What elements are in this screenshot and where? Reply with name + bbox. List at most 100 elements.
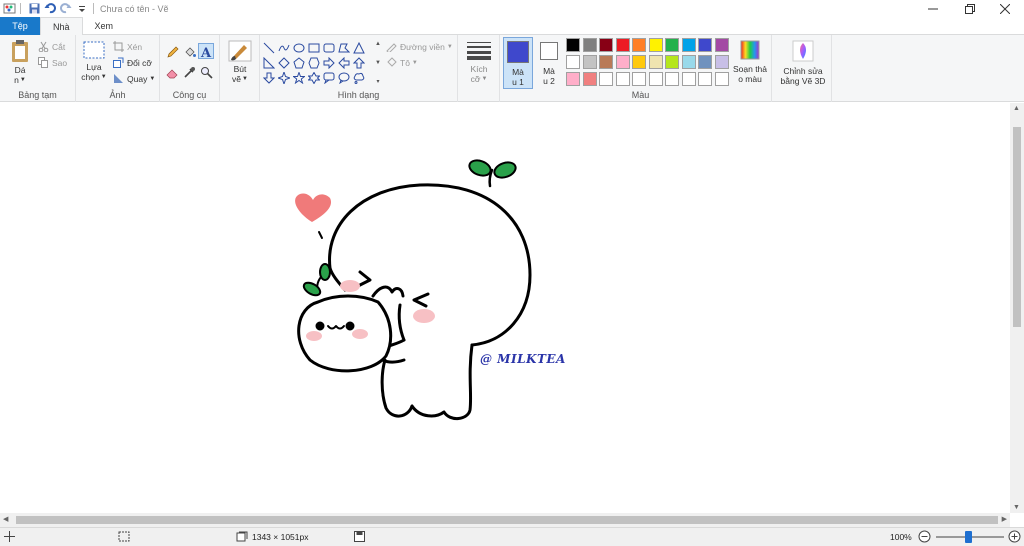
horizontal-scrollbar[interactable]: ◀ ▶: [0, 513, 1010, 527]
edit-with-paint3d-button[interactable]: Chỉnh sửa bằng Vẽ 3D: [776, 40, 830, 90]
drawing-canvas[interactable]: @ MILKTEA: [0, 103, 1010, 513]
hexagon-shape-icon[interactable]: [307, 56, 321, 70]
text-tool-icon[interactable]: A: [198, 43, 214, 59]
edit-colors-button[interactable]: Soạn thả o màu: [728, 40, 772, 90]
palette-swatch[interactable]: [698, 55, 712, 69]
fill-button[interactable]: Tô ▼: [386, 57, 418, 68]
palette-swatch[interactable]: [648, 55, 663, 69]
horizontal-scroll-thumb[interactable]: [16, 516, 998, 524]
tab-file[interactable]: Tệp: [0, 17, 40, 35]
scroll-right-arrow-icon[interactable]: ▶: [1002, 515, 1007, 523]
rounded-callout-shape-icon[interactable]: [322, 71, 336, 85]
outline-button[interactable]: Đường viền ▼: [386, 41, 453, 54]
close-button[interactable]: [988, 0, 1022, 17]
palette-swatch[interactable]: [698, 72, 712, 86]
palette-swatch[interactable]: [632, 72, 646, 86]
palette-swatch[interactable]: [582, 38, 597, 52]
tab-home[interactable]: Nhà: [40, 17, 83, 36]
gallery-expand-icon[interactable]: ▾: [376, 78, 379, 85]
color-2-button[interactable]: Mà u 2: [536, 37, 562, 89]
zoom-in-icon[interactable]: [1008, 530, 1021, 545]
minimize-button[interactable]: [916, 0, 950, 17]
fill-bucket-icon[interactable]: [181, 44, 197, 60]
palette-swatch[interactable]: [582, 55, 597, 69]
palette-swatch[interactable]: [615, 38, 630, 52]
zoom-out-icon[interactable]: [918, 530, 931, 545]
left-arrow-shape-icon[interactable]: [337, 56, 351, 70]
paint-app-icon[interactable]: [2, 2, 16, 16]
undo-icon[interactable]: [43, 2, 57, 16]
pencil-icon[interactable]: [164, 44, 180, 60]
oval-callout-shape-icon[interactable]: [337, 71, 351, 85]
six-point-star-shape-icon[interactable]: [307, 71, 321, 85]
resize-button[interactable]: Đổi cỡ: [113, 57, 152, 68]
cloud-callout-shape-icon[interactable]: [352, 71, 366, 85]
palette-swatch[interactable]: [566, 55, 580, 69]
select-button[interactable]: Lựa chọn ▼: [80, 41, 108, 89]
scroll-up-icon[interactable]: ▲: [375, 41, 381, 47]
palette-swatch[interactable]: [599, 72, 613, 86]
vertical-scrollbar[interactable]: ▲ ▼: [1010, 103, 1024, 513]
palette-swatch[interactable]: [665, 72, 679, 86]
palette-swatch[interactable]: [615, 55, 630, 69]
cut-button[interactable]: Cắt: [38, 41, 65, 53]
color-palette: [566, 38, 736, 90]
palette-swatch[interactable]: [714, 72, 729, 86]
color-1-button[interactable]: Mà u 1: [503, 37, 533, 89]
right-triangle-shape-icon[interactable]: [262, 56, 276, 70]
rectangle-shape-icon[interactable]: [307, 41, 321, 55]
down-arrow-shape-icon[interactable]: [262, 71, 276, 85]
palette-swatch[interactable]: [599, 38, 613, 52]
right-arrow-shape-icon[interactable]: [322, 56, 336, 70]
line-shape-icon[interactable]: [262, 41, 276, 55]
palette-swatch[interactable]: [566, 72, 580, 86]
palette-swatch[interactable]: [681, 38, 696, 52]
palette-swatch[interactable]: [566, 38, 580, 52]
scroll-left-arrow-icon[interactable]: ◀: [3, 515, 8, 523]
up-arrow-shape-icon[interactable]: [352, 56, 366, 70]
palette-swatch[interactable]: [632, 55, 646, 69]
vertical-scroll-thumb[interactable]: [1013, 127, 1021, 327]
rounded-rectangle-shape-icon[interactable]: [322, 41, 336, 55]
magnifier-icon[interactable]: [198, 64, 214, 80]
palette-swatch[interactable]: [681, 72, 696, 86]
zoom-slider-thumb[interactable]: [965, 531, 972, 543]
eraser-icon[interactable]: [164, 64, 180, 80]
palette-swatch[interactable]: [582, 72, 597, 86]
restore-button[interactable]: [953, 0, 987, 17]
copy-button[interactable]: Sao: [38, 57, 67, 68]
four-point-star-shape-icon[interactable]: [277, 71, 291, 85]
scroll-down-arrow-icon[interactable]: ▼: [1013, 504, 1020, 511]
palette-swatch[interactable]: [714, 38, 729, 52]
shapes-scroll[interactable]: ▲ ▼ ▾: [374, 41, 382, 85]
oval-shape-icon[interactable]: [292, 41, 306, 55]
palette-swatch[interactable]: [681, 55, 696, 69]
pentagon-shape-icon[interactable]: [292, 56, 306, 70]
palette-swatch[interactable]: [615, 72, 630, 86]
size-button[interactable]: Kích cỡ ▼: [464, 40, 494, 90]
color-picker-icon[interactable]: [181, 64, 197, 80]
redo-icon[interactable]: [59, 2, 73, 16]
customize-quick-access-icon[interactable]: [75, 2, 89, 16]
palette-swatch[interactable]: [698, 38, 712, 52]
scroll-up-arrow-icon[interactable]: ▲: [1013, 105, 1020, 112]
five-point-star-shape-icon[interactable]: [292, 71, 306, 85]
brushes-button[interactable]: Bút vẽ ▼: [226, 40, 254, 92]
triangle-shape-icon[interactable]: [352, 41, 366, 55]
palette-swatch[interactable]: [648, 38, 663, 52]
diamond-shape-icon[interactable]: [277, 56, 291, 70]
crop-button[interactable]: Xén: [113, 41, 142, 52]
palette-swatch[interactable]: [648, 72, 663, 86]
paste-button[interactable]: Dá n ▼: [8, 39, 32, 87]
scroll-down-icon[interactable]: ▼: [375, 60, 381, 66]
curve-shape-icon[interactable]: [277, 41, 291, 55]
palette-swatch[interactable]: [714, 55, 729, 69]
palette-swatch[interactable]: [665, 55, 679, 69]
polygon-shape-icon[interactable]: [337, 41, 351, 55]
save-icon[interactable]: [27, 2, 41, 16]
tab-view[interactable]: Xem: [83, 17, 126, 35]
palette-swatch[interactable]: [632, 38, 646, 52]
palette-swatch[interactable]: [665, 38, 679, 52]
rotate-button[interactable]: Quay ▼: [113, 73, 155, 84]
palette-swatch[interactable]: [599, 55, 613, 69]
